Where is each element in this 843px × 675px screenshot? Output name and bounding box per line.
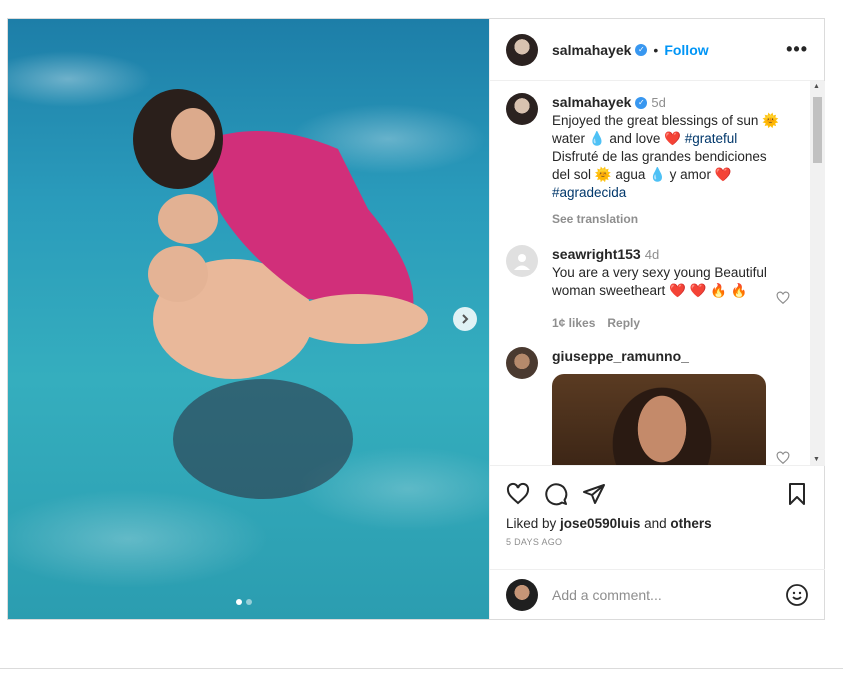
comments-scrollbar[interactable]: ▲ ▼	[810, 81, 825, 465]
default-avatar-icon	[514, 254, 530, 270]
see-translation-link[interactable]: See translation	[552, 212, 638, 226]
share-icon[interactable]	[582, 482, 606, 506]
post-sidebar: salmahayek ✓ • Follow ••• salmahayek ✓ 5d …	[489, 19, 825, 619]
comment-likes[interactable]: 1¢ likes	[552, 316, 595, 330]
bookmark-icon[interactable]	[785, 482, 809, 506]
liked-by: Liked by jose0590luis and others	[506, 516, 809, 531]
comment-text: You are a very sexy young Beautiful woma…	[552, 265, 767, 298]
add-comment-bar	[490, 569, 825, 619]
commenter-username[interactable]: seawright153	[552, 246, 641, 262]
reply-button[interactable]: Reply	[607, 316, 640, 330]
scroll-down-arrow-icon[interactable]: ▼	[813, 456, 820, 463]
post-timestamp[interactable]: 5 DAYS AGO	[506, 537, 809, 547]
comment-icon[interactable]	[544, 482, 568, 506]
commenter-avatar[interactable]	[506, 347, 538, 379]
author-username[interactable]: salmahayek	[552, 42, 631, 58]
post-image[interactable]	[8, 19, 489, 619]
emoji-icon[interactable]	[785, 583, 809, 607]
swimmers-illustration	[133, 89, 428, 499]
scrollbar-thumb[interactable]	[813, 97, 822, 163]
caption-text-en: Enjoyed the great blessings of sun 🌞 wat…	[552, 113, 779, 146]
carousel-dots	[236, 599, 252, 605]
add-comment-input[interactable]	[552, 586, 785, 603]
comments-list[interactable]: salmahayek ✓ 5d Enjoyed the great blessing…	[490, 81, 825, 465]
scroll-up-arrow-icon[interactable]: ▲	[813, 83, 820, 90]
hashtag-grateful[interactable]: #grateful	[685, 131, 738, 146]
separator-dot: •	[653, 41, 659, 58]
chevron-right-icon	[462, 314, 469, 324]
liked-prefix: Liked by	[506, 516, 561, 531]
next-image-button[interactable]	[453, 307, 477, 331]
commenter-username[interactable]: giuseppe_ramunno_	[552, 348, 689, 364]
current-user-avatar	[506, 578, 538, 611]
caption-avatar[interactable]	[506, 93, 538, 125]
carousel-dot	[246, 599, 252, 605]
caption-username[interactable]: salmahayek	[552, 94, 631, 110]
comment-like-heart-icon[interactable]	[776, 291, 790, 305]
more-icon[interactable]: •••	[786, 39, 808, 60]
commenter-avatar[interactable]	[506, 245, 538, 277]
follow-button[interactable]: Follow	[664, 42, 708, 58]
comment-gif-image[interactable]	[552, 374, 766, 465]
comment-time[interactable]: 4d	[645, 247, 659, 262]
verified-badge-icon: ✓	[635, 97, 648, 110]
hashtag-agradecida[interactable]: #agradecida	[552, 185, 626, 200]
comment-item: giuseppe_ramunno_	[506, 347, 784, 465]
caption-text-es: Disfruté de las grandes bendiciones del …	[552, 149, 767, 182]
liked-and: and	[640, 516, 671, 531]
caption-time[interactable]: 5d	[651, 95, 665, 110]
comment-item: seawright153 4d You are a very sexy young…	[506, 245, 784, 332]
carousel-dot	[236, 599, 242, 605]
liked-by-user[interactable]: jose0590luis	[560, 516, 640, 531]
post-header: salmahayek ✓ • Follow •••	[490, 19, 824, 81]
author-avatar[interactable]	[506, 33, 538, 66]
heart-icon[interactable]	[506, 482, 530, 506]
instagram-post: salmahayek ✓ • Follow ••• salmahayek ✓ 5d …	[7, 18, 825, 620]
page-divider	[0, 668, 843, 669]
post-actions: Liked by jose0590luis and others 5 DAYS …	[490, 465, 825, 565]
liked-by-others[interactable]: others	[670, 516, 711, 531]
comment-like-heart-icon[interactable]	[776, 451, 790, 465]
caption: salmahayek ✓ 5d Enjoyed the great blessing…	[506, 93, 784, 228]
verified-badge-icon: ✓	[635, 43, 648, 56]
